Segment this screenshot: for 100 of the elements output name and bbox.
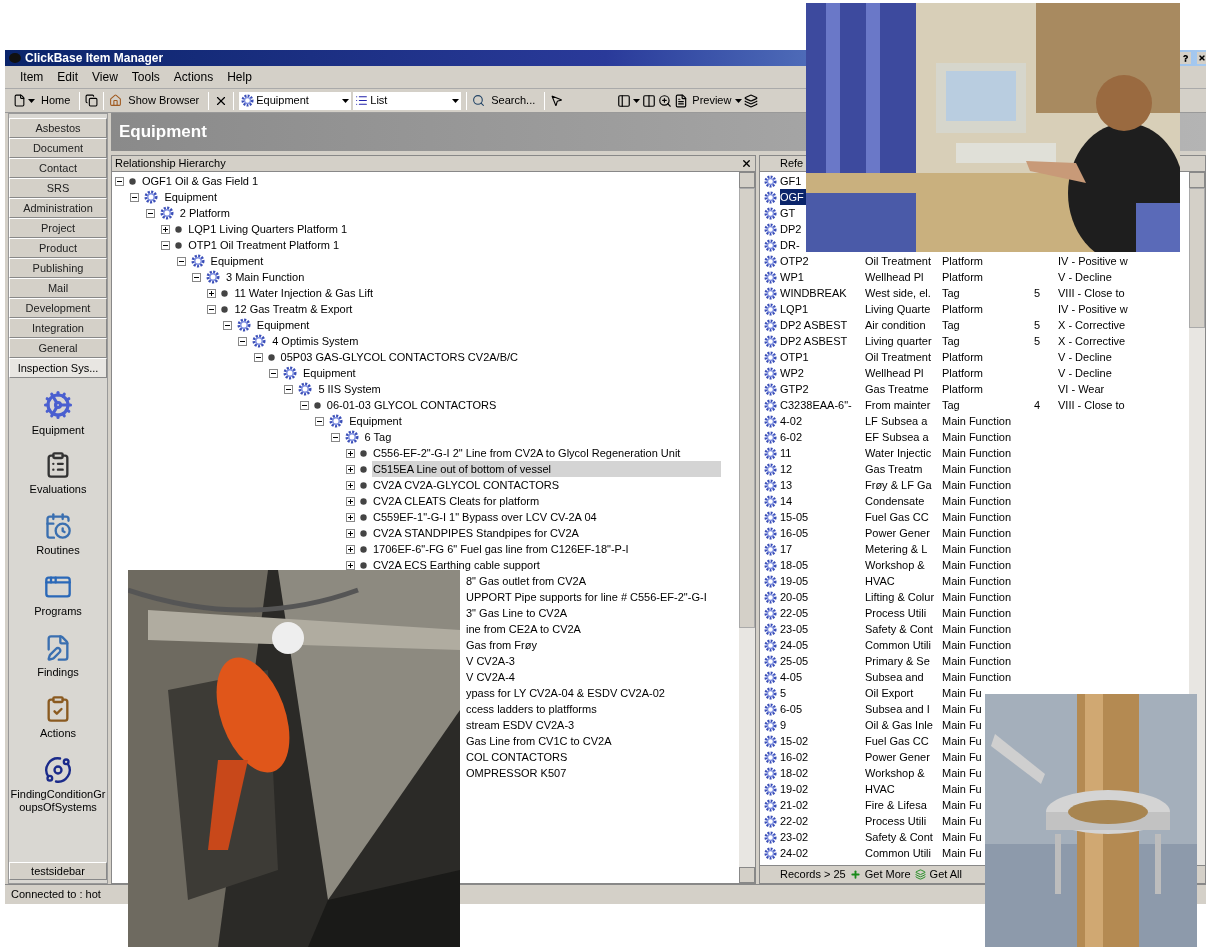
menu-item[interactable]: Item bbox=[20, 68, 44, 86]
table-cell[interactable]: LQP1 bbox=[780, 300, 811, 318]
tree-toggle[interactable] bbox=[346, 544, 355, 554]
tree-item[interactable]: V CV2A-3 bbox=[464, 652, 517, 670]
tree-item[interactable]: ccess ladders to platfforms bbox=[464, 700, 599, 718]
sidebar-item[interactable]: Findings bbox=[37, 666, 79, 679]
tree-toggle[interactable] bbox=[207, 288, 217, 298]
get-all-button[interactable]: Get All bbox=[929, 866, 962, 883]
table-cell[interactable]: 15-02 bbox=[780, 732, 811, 750]
tree-item[interactable]: 06-01-03 GLYCOL CONTACTORS bbox=[325, 396, 497, 414]
table-cell[interactable]: 23-02 bbox=[780, 828, 811, 846]
category-button[interactable]: Product bbox=[9, 238, 107, 258]
category-button[interactable]: Publishing bbox=[9, 258, 107, 278]
tree-toggle[interactable] bbox=[161, 224, 171, 234]
tree-item[interactable]: 12 Gas Treatm & Export bbox=[233, 300, 353, 318]
copy-icon[interactable] bbox=[85, 94, 99, 107]
tree-item[interactable]: Equipment bbox=[163, 188, 217, 206]
tree-item[interactable]: 05P03 GAS-GLYCOL CONTACTORS CV2A/B/C bbox=[279, 348, 518, 366]
table-cell[interactable]: 14 bbox=[780, 492, 795, 510]
tree-item[interactable]: Gas from Frøy bbox=[464, 636, 539, 654]
tree-item[interactable]: CV2A ECS Earthing cable support bbox=[372, 556, 540, 574]
table-cell[interactable]: 12 bbox=[780, 460, 795, 478]
category-button[interactable]: Document bbox=[9, 138, 107, 158]
table-cell[interactable]: 6-02 bbox=[780, 428, 805, 446]
tree-item[interactable]: C556-EF-2"-G-I 2" Line from CV2A to Glycol Regeneration Unit bbox=[372, 444, 681, 462]
sidebar-item[interactable]: Routines bbox=[36, 544, 80, 557]
table-cell[interactable]: OGF bbox=[780, 188, 806, 206]
table-cell[interactable]: DP2 bbox=[780, 220, 804, 238]
sidebar-item[interactable]: Programs bbox=[34, 605, 82, 618]
table-cell[interactable]: 15-05 bbox=[780, 508, 811, 526]
tree-toggle[interactable] bbox=[346, 528, 355, 538]
preview-button[interactable]: Preview bbox=[690, 92, 734, 109]
table-cell[interactable]: 17 bbox=[780, 540, 795, 558]
table-cell[interactable]: DP2 ASBEST bbox=[780, 316, 850, 334]
tree-toggle[interactable] bbox=[222, 320, 232, 330]
tree-toggle[interactable] bbox=[176, 256, 186, 266]
tree-toggle[interactable] bbox=[192, 272, 201, 282]
table-cell[interactable]: GF1 bbox=[780, 172, 804, 190]
close-button[interactable] bbox=[1197, 52, 1206, 64]
tree-item[interactable]: C559EF-1"-G-I 1" Bypass over LCV CV-2A 04 bbox=[372, 508, 597, 526]
new-file-icon[interactable] bbox=[13, 94, 26, 107]
tree-toggle[interactable] bbox=[346, 464, 355, 474]
table-cell[interactable]: GT bbox=[780, 204, 798, 222]
column-header[interactable]: Refe bbox=[780, 155, 804, 172]
tree-item[interactable]: 2 Platform bbox=[178, 204, 230, 222]
table-cell[interactable]: 22-05 bbox=[780, 604, 811, 622]
show-browser-button[interactable]: Show Browser bbox=[124, 92, 204, 109]
home-button[interactable]: Home bbox=[37, 92, 75, 109]
tree-item[interactable]: ypass for LY CV2A-04 & ESDV CV2A-02 bbox=[464, 684, 667, 702]
table-cell[interactable]: 19-05 bbox=[780, 572, 811, 590]
table-cell[interactable]: 22-02 bbox=[780, 812, 811, 830]
table-cell[interactable]: 18-05 bbox=[780, 556, 811, 574]
sidebar-footer-button[interactable]: testsidebar bbox=[9, 862, 107, 880]
close-icon[interactable] bbox=[741, 158, 752, 169]
menu-item[interactable]: Edit bbox=[57, 68, 79, 86]
tree-toggle[interactable] bbox=[253, 352, 263, 362]
tree-toggle[interactable] bbox=[299, 400, 309, 410]
panel-icon[interactable] bbox=[617, 93, 632, 108]
category-button[interactable]: Contact bbox=[9, 158, 107, 178]
table-cell[interactable]: DR- bbox=[780, 236, 802, 254]
tree-toggle[interactable] bbox=[346, 560, 355, 570]
category-button[interactable]: Project bbox=[9, 218, 107, 238]
table-cell[interactable]: 21-02 bbox=[780, 796, 811, 814]
table-cell[interactable]: 13 bbox=[780, 476, 795, 494]
tree-item[interactable]: Gas Line from CV1C to CV2A bbox=[464, 732, 614, 750]
table-cell[interactable]: 20-05 bbox=[780, 588, 811, 606]
table-cell[interactable]: 25-05 bbox=[780, 652, 811, 670]
sidebar-item[interactable]: Equipment bbox=[31, 424, 85, 437]
category-button[interactable]: Administration bbox=[9, 198, 107, 218]
scrollbar[interactable] bbox=[739, 172, 755, 883]
tree-item[interactable]: LQP1 Living Quarters Platform 1 bbox=[187, 220, 348, 238]
tree-item[interactable]: 6 Tag bbox=[363, 428, 392, 446]
category-button[interactable]: SRS bbox=[9, 178, 107, 198]
tree-item[interactable]: 4 Optimis System bbox=[271, 332, 359, 350]
table-cell[interactable]: 23-05 bbox=[780, 620, 811, 638]
table-cell[interactable]: 11 bbox=[780, 444, 794, 462]
category-button[interactable]: General bbox=[9, 338, 107, 358]
pointer-icon[interactable] bbox=[550, 94, 564, 107]
tree-toggle[interactable] bbox=[346, 496, 355, 506]
tree-item[interactable]: CV2A CV2A-GLYCOL CONTACTORS bbox=[372, 476, 560, 494]
tree-toggle[interactable] bbox=[346, 512, 355, 522]
category-button[interactable]: Integration bbox=[9, 318, 107, 338]
tree-toggle[interactable] bbox=[130, 192, 140, 202]
table-cell[interactable]: C3238EAA-6"- bbox=[780, 396, 854, 414]
table-cell[interactable]: 18-02 bbox=[780, 764, 811, 782]
tree-item[interactable]: V CV2A-4 bbox=[464, 668, 517, 686]
table-cell[interactable]: 4-02 bbox=[780, 412, 805, 430]
tree-toggle[interactable] bbox=[269, 368, 278, 378]
menu-item[interactable]: Tools bbox=[131, 68, 160, 86]
tree-item[interactable]: COL CONTACTORS bbox=[464, 748, 570, 766]
tree-toggle[interactable] bbox=[315, 416, 325, 426]
table-cell[interactable]: DP2 ASBEST bbox=[780, 332, 850, 350]
table-cell[interactable]: 9 bbox=[780, 716, 789, 734]
columns-icon[interactable] bbox=[642, 93, 657, 108]
menu-item[interactable]: Actions bbox=[173, 68, 214, 86]
type-dropdown[interactable]: Equipment bbox=[239, 91, 352, 110]
zoom-icon[interactable] bbox=[658, 93, 673, 108]
category-button[interactable]: Mail bbox=[9, 278, 107, 298]
category-button[interactable]: Development bbox=[9, 298, 107, 318]
tree-item[interactable]: OMPRESSOR K507 bbox=[464, 764, 569, 782]
